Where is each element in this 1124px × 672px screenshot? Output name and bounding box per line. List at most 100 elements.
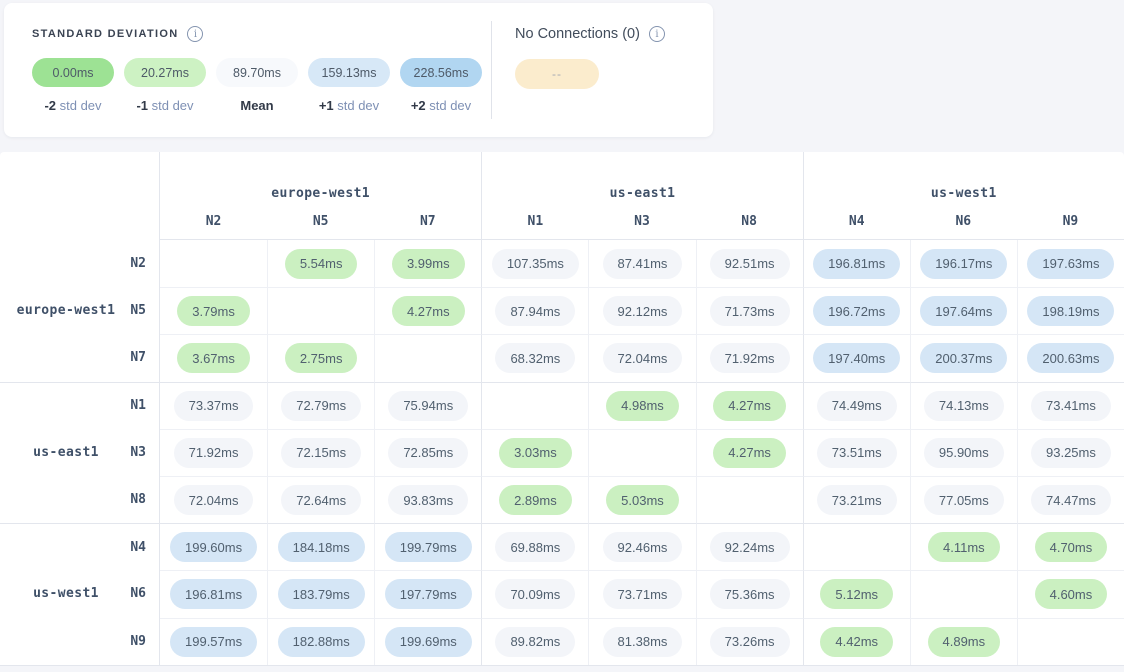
latency-pill[interactable]: 87.94ms — [495, 296, 575, 326]
latency-pill[interactable]: 199.60ms — [170, 532, 257, 562]
latency-pill[interactable]: 3.67ms — [177, 343, 250, 373]
row-node-label: N2 — [130, 256, 146, 271]
latency-pill[interactable]: 77.05ms — [924, 485, 1004, 515]
latency-pill[interactable]: 183.79ms — [278, 579, 365, 609]
latency-pill[interactable]: 198.19ms — [1027, 296, 1114, 326]
latency-pill[interactable]: 73.37ms — [174, 391, 254, 421]
latency-cell: 2.89ms — [481, 476, 588, 523]
legend-stop: 0.00ms-2 std dev — [32, 58, 114, 113]
latency-pill[interactable]: 74.47ms — [1031, 485, 1111, 515]
node-header-n8: N8 — [696, 210, 803, 240]
latency-pill[interactable]: 92.46ms — [603, 532, 683, 562]
legend-pill: 89.70ms — [216, 58, 298, 87]
latency-pill[interactable]: 2.89ms — [499, 485, 572, 515]
latency-pill[interactable]: 3.79ms — [177, 296, 250, 326]
latency-pill[interactable]: 200.63ms — [1027, 343, 1114, 373]
latency-cell: 200.63ms — [1017, 334, 1124, 381]
latency-cell: 73.71ms — [588, 570, 695, 617]
latency-pill[interactable]: 196.72ms — [813, 296, 900, 326]
legend-stop-label: -2 std dev — [32, 98, 114, 113]
latency-pill[interactable]: 69.88ms — [495, 532, 575, 562]
row-label-n1: N1 — [0, 382, 160, 429]
latency-pill[interactable]: 71.92ms — [174, 438, 254, 468]
latency-pill[interactable]: 74.13ms — [924, 391, 1004, 421]
latency-cell: 198.19ms — [1017, 287, 1124, 334]
latency-pill[interactable]: 92.51ms — [710, 249, 790, 279]
latency-pill[interactable]: 4.27ms — [392, 296, 465, 326]
latency-pill[interactable]: 4.42ms — [820, 627, 893, 657]
latency-cell: 71.92ms — [696, 334, 803, 381]
latency-cell: 3.99ms — [374, 240, 481, 287]
latency-pill[interactable]: 200.37ms — [920, 343, 1007, 373]
node-header-n2: N2 — [160, 210, 267, 240]
latency-cell: 107.35ms — [481, 240, 588, 287]
latency-pill[interactable]: 199.57ms — [170, 627, 257, 657]
latency-pill[interactable]: 93.83ms — [388, 485, 468, 515]
latency-pill[interactable]: 72.15ms — [281, 438, 361, 468]
latency-cell: 73.51ms — [803, 429, 910, 476]
latency-pill[interactable]: 4.89ms — [928, 627, 1001, 657]
latency-pill[interactable]: 68.32ms — [495, 343, 575, 373]
latency-pill[interactable]: 4.27ms — [713, 438, 786, 468]
latency-pill[interactable]: 3.99ms — [392, 249, 465, 279]
latency-pill[interactable]: 182.88ms — [278, 627, 365, 657]
latency-pill[interactable]: 72.64ms — [281, 485, 361, 515]
latency-pill[interactable]: 73.21ms — [817, 485, 897, 515]
latency-pill[interactable]: 5.03ms — [606, 485, 679, 515]
latency-pill[interactable]: 73.51ms — [817, 438, 897, 468]
latency-pill[interactable]: 71.92ms — [710, 343, 790, 373]
latency-pill[interactable]: 197.79ms — [385, 579, 472, 609]
latency-pill[interactable]: 89.82ms — [495, 627, 575, 657]
latency-pill[interactable]: 93.25ms — [1031, 438, 1111, 468]
latency-pill[interactable]: 72.79ms — [281, 391, 361, 421]
latency-pill[interactable]: 73.41ms — [1031, 391, 1111, 421]
latency-pill[interactable]: 5.54ms — [285, 249, 358, 279]
info-icon[interactable]: i — [649, 26, 665, 42]
latency-pill[interactable]: 72.85ms — [388, 438, 468, 468]
latency-pill[interactable]: 199.69ms — [385, 627, 472, 657]
latency-pill[interactable]: 184.18ms — [278, 532, 365, 562]
latency-pill[interactable]: 75.36ms — [710, 579, 790, 609]
latency-pill[interactable]: 197.40ms — [813, 343, 900, 373]
latency-pill[interactable]: 196.81ms — [170, 579, 257, 609]
latency-pill[interactable]: 196.17ms — [920, 249, 1007, 279]
latency-cell: 74.13ms — [910, 382, 1017, 429]
info-icon[interactable]: i — [187, 26, 203, 42]
node-header-n7: N7 — [374, 210, 481, 240]
latency-pill[interactable]: 74.49ms — [817, 391, 897, 421]
latency-cell: 71.92ms — [160, 429, 267, 476]
latency-pill[interactable]: 3.03ms — [499, 438, 572, 468]
latency-pill[interactable]: 196.81ms — [813, 249, 900, 279]
latency-pill[interactable]: 73.26ms — [710, 627, 790, 657]
latency-cell: 199.57ms — [160, 618, 267, 665]
latency-pill[interactable]: 75.94ms — [388, 391, 468, 421]
latency-pill[interactable]: 199.79ms — [385, 532, 472, 562]
latency-pill[interactable]: 197.64ms — [920, 296, 1007, 326]
latency-pill[interactable]: 95.90ms — [924, 438, 1004, 468]
latency-pill[interactable]: 197.63ms — [1027, 249, 1114, 279]
latency-pill[interactable]: 70.09ms — [495, 579, 575, 609]
latency-pill[interactable]: 87.41ms — [603, 249, 683, 279]
latency-cell: 197.64ms — [910, 287, 1017, 334]
latency-pill[interactable]: 107.35ms — [492, 249, 579, 279]
latency-pill[interactable]: 73.71ms — [603, 579, 683, 609]
latency-pill[interactable]: 72.04ms — [174, 485, 254, 515]
no-connections-title: No Connections (0) — [515, 26, 640, 42]
row-label-n5: europe-west1N5 — [0, 287, 160, 334]
latency-cell: 93.25ms — [1017, 429, 1124, 476]
latency-pill[interactable]: 5.12ms — [820, 579, 893, 609]
latency-pill[interactable]: 4.11ms — [928, 532, 1000, 562]
latency-pill[interactable]: 4.60ms — [1035, 579, 1108, 609]
latency-pill[interactable]: 4.98ms — [606, 391, 679, 421]
latency-pill[interactable]: 92.12ms — [603, 296, 683, 326]
latency-pill[interactable]: 72.04ms — [603, 343, 683, 373]
latency-pill[interactable]: 4.70ms — [1035, 532, 1108, 562]
latency-cell: 70.09ms — [481, 570, 588, 617]
latency-pill[interactable]: 81.38ms — [603, 627, 683, 657]
latency-pill[interactable]: 92.24ms — [710, 532, 790, 562]
latency-pill[interactable]: 4.27ms — [713, 391, 786, 421]
latency-pill[interactable]: 2.75ms — [285, 343, 358, 373]
legend-stop-label: +2 std dev — [400, 98, 482, 113]
legend-pill: 159.13ms — [308, 58, 390, 87]
latency-pill[interactable]: 71.73ms — [710, 296, 790, 326]
